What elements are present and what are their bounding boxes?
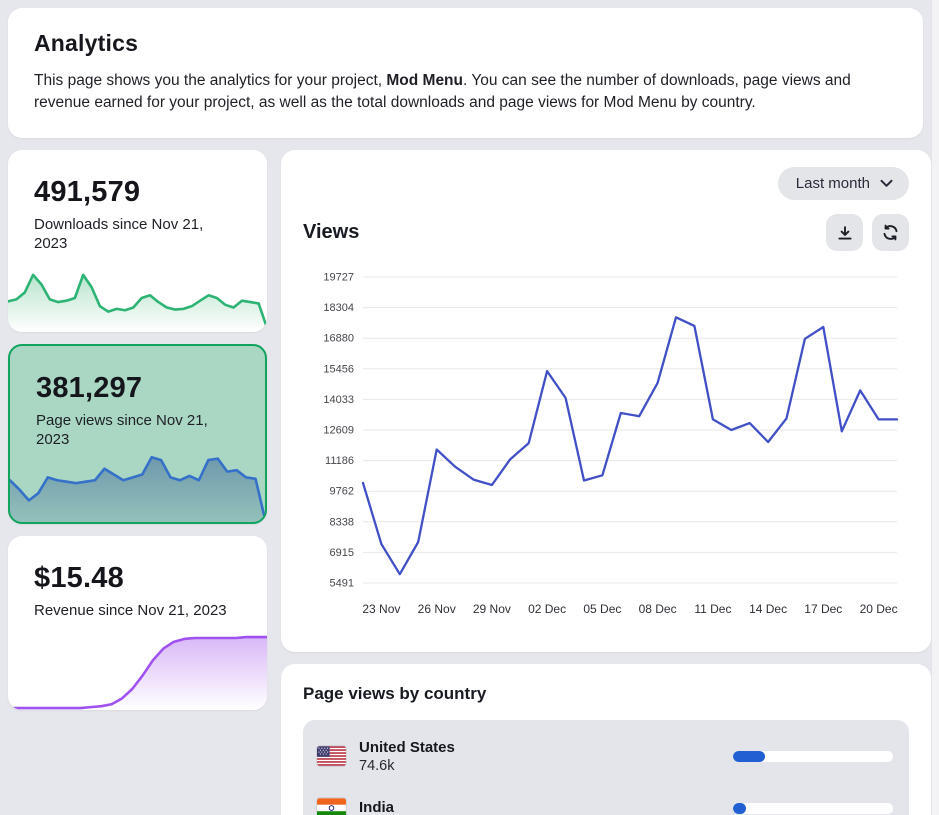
country-list: United States 74.6k <box>303 720 909 815</box>
stat-cards-column: 491,579 Downloads since Nov 21, 2023 381… <box>8 150 267 710</box>
project-name: Mod Menu <box>386 72 463 89</box>
y-axis-tick: 15456 <box>323 363 354 375</box>
y-axis-tick: 19727 <box>323 272 354 284</box>
country-panel: Page views by country <box>281 664 931 815</box>
page-views-label: Page views since Nov 21, 2023 <box>36 412 236 450</box>
y-axis-tick: 18304 <box>323 302 354 314</box>
downloads-sparkline-chart <box>8 264 267 332</box>
x-axis-tick: 02 Dec <box>528 602 566 616</box>
x-axis-tick: 23 Nov <box>362 602 400 616</box>
x-axis-tick: 20 Dec <box>860 602 898 616</box>
downloads-stat-card[interactable]: 491,579 Downloads since Nov 21, 2023 <box>8 150 267 332</box>
country-name: India <box>359 799 394 815</box>
y-axis-tick: 8338 <box>330 516 354 528</box>
x-axis-tick: 08 Dec <box>639 602 677 616</box>
views-chart-title: Views <box>303 221 359 244</box>
country-progress-fill <box>733 751 765 762</box>
page-title: Analytics <box>34 30 897 57</box>
x-axis-tick: 17 Dec <box>804 602 842 616</box>
revenue-amount: $15.48 <box>34 562 241 595</box>
country-name: United States <box>359 739 455 756</box>
download-icon <box>836 224 854 242</box>
country-progress-track <box>733 803 893 814</box>
page-views-count: 381,297 <box>36 372 239 405</box>
country-progress-track <box>733 751 893 762</box>
chevron-down-icon <box>880 179 893 188</box>
downloads-count: 491,579 <box>34 176 241 209</box>
y-axis-tick: 6915 <box>330 547 354 559</box>
x-axis-tick: 05 Dec <box>583 602 621 616</box>
y-axis-tick: 5491 <box>330 578 354 590</box>
export-chart-button[interactable] <box>826 214 863 251</box>
country-panel-title: Page views by country <box>303 684 909 704</box>
y-axis-tick: 11186 <box>325 455 354 467</box>
views-series-line <box>363 317 897 574</box>
y-axis-tick: 9762 <box>330 486 354 498</box>
date-range-label: Last month <box>796 175 870 192</box>
y-axis-tick: 14033 <box>323 394 354 406</box>
x-axis-tick: 29 Nov <box>473 602 511 616</box>
country-row-india: India <box>317 782 893 815</box>
page-scrollbar[interactable] <box>931 0 939 815</box>
header-card: Analytics This page shows you the analyt… <box>8 8 923 138</box>
views-chart-panel: Last month Views <box>281 150 931 652</box>
refresh-chart-button[interactable] <box>872 214 909 251</box>
x-axis-tick: 14 Dec <box>749 602 787 616</box>
page-description: This page shows you the analytics for yo… <box>34 70 897 114</box>
us-flag-icon <box>317 746 346 766</box>
country-progress-fill <box>733 803 746 814</box>
country-value: 74.6k <box>359 758 455 774</box>
date-range-dropdown[interactable]: Last month <box>778 167 909 200</box>
country-row-united-states: United States 74.6k <box>317 730 893 782</box>
x-axis-tick: 11 Dec <box>694 602 731 616</box>
page-views-sparkline-chart <box>10 450 265 522</box>
page-views-stat-card[interactable]: 381,297 Page views since Nov 21, 2023 <box>8 344 267 524</box>
analytics-page: Analytics This page shows you the analyt… <box>0 0 931 815</box>
downloads-label: Downloads since Nov 21, 2023 <box>34 216 234 254</box>
revenue-sparkline-chart <box>8 614 267 710</box>
india-flag-icon <box>317 798 346 815</box>
main-column: Last month Views <box>281 150 931 815</box>
revenue-stat-card[interactable]: $15.48 Revenue since Nov 21, 2023 <box>8 536 267 710</box>
views-line-chart: 5491 6915 8338 9762 11186 12609 14033 15456 1688… <box>303 261 909 629</box>
refresh-icon <box>881 223 900 242</box>
x-axis-tick: 26 Nov <box>418 602 456 616</box>
y-axis-tick: 16880 <box>323 333 354 345</box>
y-axis-tick: 12609 <box>323 425 354 437</box>
